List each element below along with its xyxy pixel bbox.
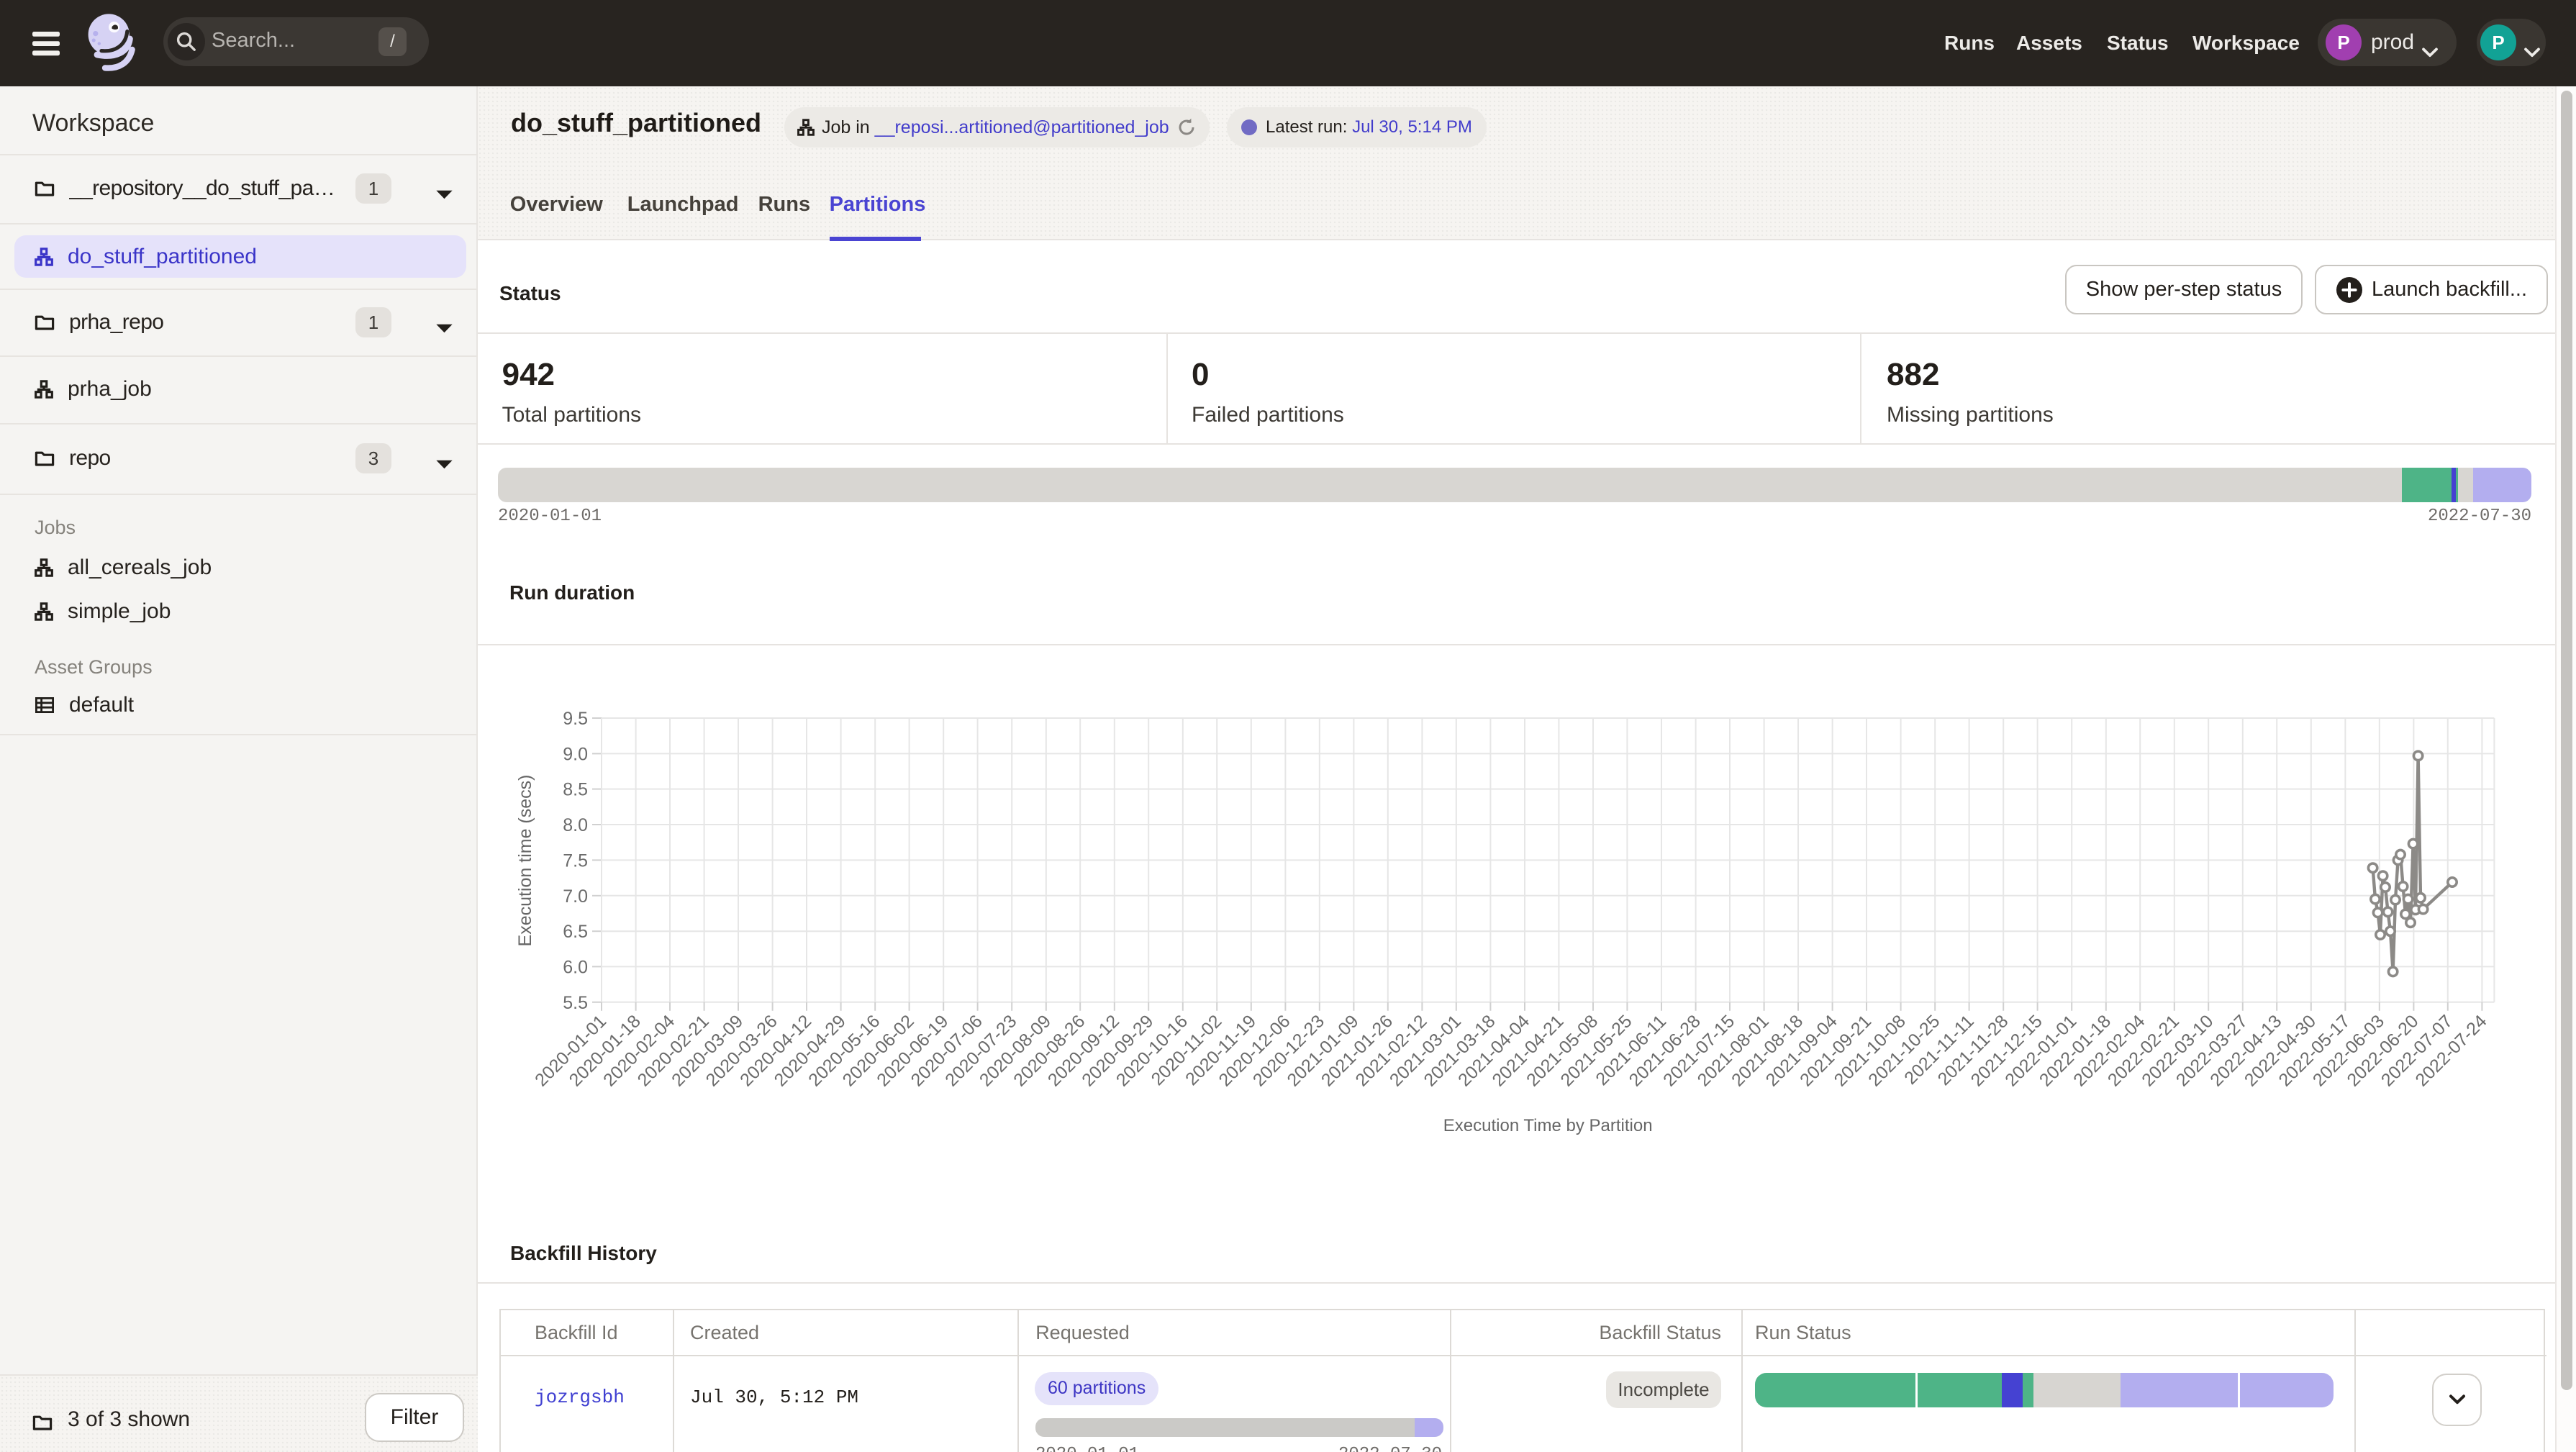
svg-text:5.5: 5.5 [563,993,588,1013]
svg-text:9.0: 9.0 [563,744,588,764]
svg-text:8.5: 8.5 [563,780,588,800]
svg-text:Execution time (secs): Execution time (secs) [515,775,535,947]
svg-text:7.0: 7.0 [563,886,588,907]
svg-text:6.5: 6.5 [563,922,588,942]
svg-text:7.5: 7.5 [563,850,588,871]
svg-text:8.0: 8.0 [563,815,588,835]
svg-text:9.5: 9.5 [563,709,588,729]
svg-text:Execution Time by Partition: Execution Time by Partition [1443,1116,1653,1135]
svg-text:6.0: 6.0 [563,957,588,977]
